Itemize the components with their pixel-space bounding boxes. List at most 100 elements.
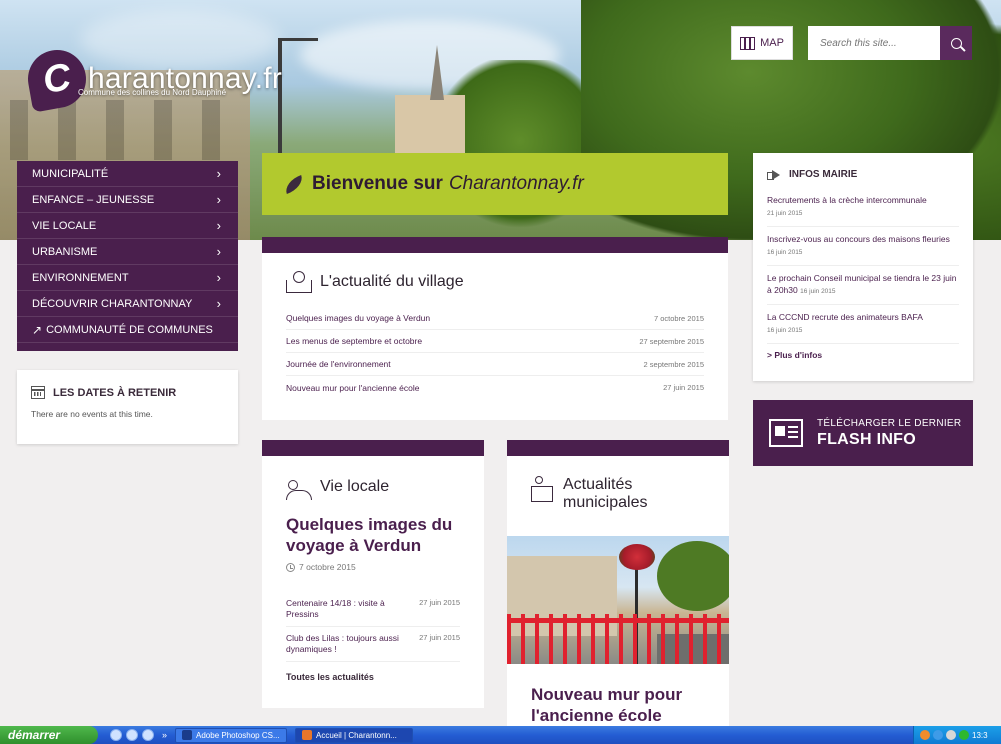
news-title[interactable]: Nouveau mur pour l'ancienne école [286, 383, 419, 393]
nav-item-communaute[interactable]: ↗ COMMUNAUTÉ DE COMMUNES [17, 317, 238, 343]
list-item[interactable]: Inscrivez-vous au concours des maisons f… [767, 233, 959, 266]
site-logo[interactable]: C harantonnay.fr [23, 45, 282, 113]
photoshop-icon [182, 730, 193, 740]
flash-info-download-button[interactable]: TÉLÉCHARGER LE DERNIER FLASH INFO [753, 400, 973, 466]
info-title[interactable]: Recrutements à la crèche intercommunale [767, 195, 927, 205]
search-input[interactable] [808, 26, 940, 60]
section-bar [262, 237, 728, 253]
info-title[interactable]: La CCCND recrute des animateurs BAFA [767, 312, 923, 322]
quick-launch-icon[interactable] [142, 729, 154, 741]
book-icon [286, 271, 312, 293]
feature-date: 7 octobre 2015 [286, 562, 460, 572]
tray-icon[interactable] [946, 730, 956, 740]
nav-item-urbanisme[interactable]: URBANISME › [17, 239, 238, 265]
feature-title[interactable]: Nouveau mur pour l'ancienne école [531, 684, 711, 726]
village-news-heading: L'actualité du village [262, 253, 728, 293]
photo-tree [657, 541, 729, 611]
list-item[interactable]: La CCCND recrute des animateurs BAFA 16 … [767, 311, 959, 344]
dates-title: LES DATES À RETENIR [53, 386, 177, 399]
municipal-news-heading: Actualités municipales [507, 456, 729, 512]
chevron-right-icon: › [216, 218, 221, 233]
nav-item-environnement[interactable]: ENVIRONNEMENT › [17, 265, 238, 291]
list-item[interactable]: Centenaire 14/18 : visite à Pressins 27 … [286, 592, 460, 627]
chevron-right-icon: › [216, 192, 221, 207]
news-date: 2 septembre 2015 [643, 359, 704, 369]
hero-church-spire [430, 45, 444, 100]
flash-info-text: TÉLÉCHARGER LE DERNIER FLASH INFO [817, 418, 961, 449]
info-title[interactable]: Le prochain Conseil municipal se tiendra… [767, 273, 956, 295]
nav-item-label: COMMUNAUTÉ DE COMMUNES [46, 323, 213, 336]
vie-locale-card: Vie locale Quelques images du voyage à V… [262, 440, 484, 708]
calendar-icon [31, 386, 45, 399]
municipal-news-card: Actualités municipales Nouveau mur pour … [507, 440, 729, 744]
welcome-banner: Bienvenue sur Charantonnay.fr [262, 153, 728, 215]
news-date: 27 septembre 2015 [639, 336, 704, 346]
flash-line1: TÉLÉCHARGER LE DERNIER [817, 417, 962, 429]
quick-launch: » [110, 729, 167, 741]
municipal-news-photo[interactable] [507, 536, 729, 664]
vie-locale-title: Vie locale [320, 478, 390, 495]
info-date: 16 juin 2015 [767, 249, 803, 256]
chevron-right-icon: › [216, 270, 221, 285]
nav-item-decouvrir[interactable]: DÉCOUVRIR CHARANTONNAY › [17, 291, 238, 317]
map-icon [740, 36, 756, 50]
presentation-icon [531, 476, 555, 502]
feature-date-text: 7 octobre 2015 [299, 562, 356, 572]
quick-launch-icon[interactable] [110, 729, 122, 741]
nav-item-label: DÉCOUVRIR CHARANTONNAY [32, 297, 193, 310]
megaphone-icon [767, 169, 781, 180]
tray-icon[interactable] [959, 730, 969, 740]
nav-item-label: URBANISME [32, 245, 98, 258]
people-icon [286, 478, 312, 500]
info-date: 16 juin 2015 [800, 288, 836, 295]
info-title[interactable]: Inscrivez-vous au concours des maisons f… [767, 234, 950, 244]
quick-launch-more[interactable]: » [162, 730, 167, 740]
all-news-link[interactable]: Toutes les actualités [262, 662, 484, 682]
search-button[interactable] [940, 26, 972, 60]
system-tray: 13:3 [913, 726, 1001, 744]
chevron-right-icon: › [216, 244, 221, 259]
list-item[interactable]: Club des Lilas : toujours aussi dynamiqu… [286, 627, 460, 662]
task-browser[interactable]: Accueil | Charantonn... [295, 727, 414, 743]
section-bar [262, 440, 484, 456]
list-item-title[interactable]: Centenaire 14/18 : visite à Pressins [286, 598, 406, 620]
task-photoshop[interactable]: Adobe Photoshop CS... [175, 727, 288, 743]
nav-item-municipalite[interactable]: MUNICIPALITÉ › [17, 161, 238, 187]
news-title[interactable]: Journée de l'environnement [286, 359, 391, 369]
list-item[interactable]: Quelques images du voyage à Verdun 7 oct… [286, 307, 704, 330]
feature-title[interactable]: Quelques images du voyage à Verdun [286, 514, 460, 556]
news-title[interactable]: Les menus de septembre et octobre [286, 336, 422, 346]
map-button[interactable]: MAP [731, 26, 793, 60]
photo-flowers [619, 544, 655, 570]
nav-item-enfance-jeunesse[interactable]: ENFANCE – JEUNESSE › [17, 187, 238, 213]
list-item-title[interactable]: Club des Lilas : toujours aussi dynamiqu… [286, 633, 406, 655]
quick-launch-icon[interactable] [126, 729, 138, 741]
photo-red-fence [507, 614, 729, 664]
tray-clock: 13:3 [972, 730, 988, 740]
tray-icon[interactable] [920, 730, 930, 740]
news-title[interactable]: Quelques images du voyage à Verdun [286, 313, 430, 323]
vie-locale-heading: Vie locale [262, 456, 484, 500]
section-bar [507, 440, 729, 456]
info-date: 21 juin 2015 [767, 210, 803, 217]
list-item[interactable]: Recrutements à la crèche intercommunale … [767, 194, 959, 227]
list-item-date: 27 juin 2015 [419, 598, 460, 607]
news-date: 7 octobre 2015 [653, 313, 704, 323]
village-news-list: Quelques images du voyage à Verdun 7 oct… [262, 293, 728, 399]
dates-widget: LES DATES À RETENIR There are no events … [17, 370, 238, 444]
nav-item-label: ENVIRONNEMENT [32, 271, 129, 284]
municipal-news-title: Actualités municipales [563, 476, 648, 511]
list-item[interactable]: Journée de l'environnement 2 septembre 2… [286, 353, 704, 376]
welcome-bold: Bienvenue sur [312, 173, 443, 194]
nav-item-vie-locale[interactable]: VIE LOCALE › [17, 213, 238, 239]
start-button[interactable]: démarrer [0, 726, 98, 744]
nav-item-label: VIE LOCALE [32, 219, 97, 232]
chevron-right-icon: › [216, 166, 221, 181]
list-item[interactable]: Les menus de septembre et octobre 27 sep… [286, 330, 704, 353]
tray-icon[interactable] [933, 730, 943, 740]
vie-locale-list: Centenaire 14/18 : visite à Pressins 27 … [262, 572, 484, 662]
more-infos-link[interactable]: > Plus d'infos [767, 350, 959, 360]
list-item[interactable]: Le prochain Conseil municipal se tiendra… [767, 272, 959, 305]
search-icon [950, 37, 962, 49]
list-item[interactable]: Nouveau mur pour l'ancienne école 27 jui… [286, 376, 704, 399]
